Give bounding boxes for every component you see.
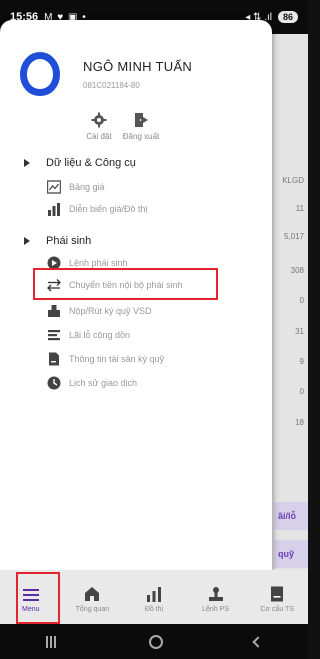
side-drawer: NGÔ MINH TUẤN 081C021184-80 Cài đặt Đăng…	[0, 20, 272, 570]
avatar[interactable]	[20, 52, 60, 96]
menu-item-label: Diễn biến giá/Đồ thị	[69, 204, 148, 214]
nav-overview[interactable]: Tổng quan	[62, 570, 124, 624]
section-title: Phái sinh	[46, 235, 92, 247]
back-icon[interactable]	[252, 635, 264, 648]
column-value: 9	[299, 357, 304, 366]
chart-icon	[47, 202, 61, 216]
menu-item-label: Thông tin tài sản ký quỹ	[69, 354, 165, 364]
column-value: 0	[299, 296, 304, 305]
home-button-icon[interactable]	[148, 634, 163, 649]
background-button[interactable]: ãi/lỗ	[274, 502, 308, 530]
portfolio-icon	[270, 582, 284, 602]
background-button[interactable]: quỹ	[274, 540, 308, 568]
highlight-box	[33, 268, 218, 300]
account-id: 081C021184-80	[83, 81, 140, 90]
menu-item-margin-assets[interactable]: Thông tin tài sản ký quỹ	[0, 348, 272, 370]
logout-button[interactable]: Đăng xuất	[116, 112, 166, 141]
logout-label: Đăng xuất	[122, 132, 160, 141]
column-value: 18	[295, 418, 304, 427]
menu-item-price-board[interactable]: Bảng giá	[0, 176, 272, 198]
menu-item-label: Lệnh phái sinh	[69, 258, 128, 268]
menu-item-label: Bảng giá	[69, 182, 105, 192]
column-value: 11	[295, 204, 304, 213]
menu-item-label: Nộp/Rút ký quỹ VSD	[69, 306, 152, 316]
column-value: 31	[295, 327, 304, 336]
home-icon	[84, 582, 100, 602]
highlight-box	[16, 572, 60, 624]
profit-loss-icon	[47, 328, 61, 342]
column-value: 5,017	[283, 232, 304, 241]
menu-item-profit-loss[interactable]: Lãi lỗ cộng dồn	[0, 324, 272, 346]
background-column: KLGD 11 5,017 308 0 31 9 0 18	[274, 34, 308, 574]
caret-right-icon	[24, 237, 30, 245]
caret-right-icon	[24, 159, 30, 167]
nav-portfolio[interactable]: Cơ cấu TS	[246, 570, 308, 624]
chart-icon	[146, 582, 162, 602]
recents-icon[interactable]	[45, 635, 58, 648]
document-icon	[47, 352, 61, 366]
menu-item-label: Lãi lỗ cộng dồn	[69, 330, 131, 340]
logout-icon	[135, 113, 148, 127]
user-name: NGÔ MINH TUẤN	[83, 59, 193, 74]
section-derivatives[interactable]: Phái sinh	[0, 230, 272, 252]
android-nav-bar	[0, 624, 308, 659]
column-value: 0	[299, 387, 304, 396]
menu-item-label: Lịch sử giao dịch	[69, 378, 138, 388]
section-data-tools[interactable]: Dữ liệu & Công cụ	[0, 152, 272, 174]
deposit-icon	[47, 304, 61, 318]
nav-chart[interactable]: Đồ thị	[123, 570, 185, 624]
menu-item-margin-deposit[interactable]: Nộp/Rút ký quỹ VSD	[0, 300, 272, 322]
nav-label: Đồ thị	[144, 605, 164, 613]
battery-icon: 86	[277, 11, 298, 23]
order-icon	[208, 582, 224, 602]
nav-derivative-order[interactable]: Lệnh PS	[185, 570, 247, 624]
nav-label: Cơ cấu TS	[260, 605, 294, 613]
clock-icon	[47, 376, 61, 390]
menu-item-transaction-history[interactable]: Lịch sử giao dịch	[0, 372, 272, 394]
price-board-icon	[47, 180, 61, 194]
gear-icon	[91, 112, 107, 128]
menu-item-price-chart[interactable]: Diễn biến giá/Đồ thị	[0, 198, 272, 220]
column-value: 308	[290, 266, 304, 275]
nav-label: Lệnh PS	[202, 605, 229, 613]
column-header: KLGD	[282, 176, 304, 185]
section-title: Dữ liệu & Công cụ	[46, 157, 136, 169]
nav-label: Tổng quan	[75, 605, 110, 613]
